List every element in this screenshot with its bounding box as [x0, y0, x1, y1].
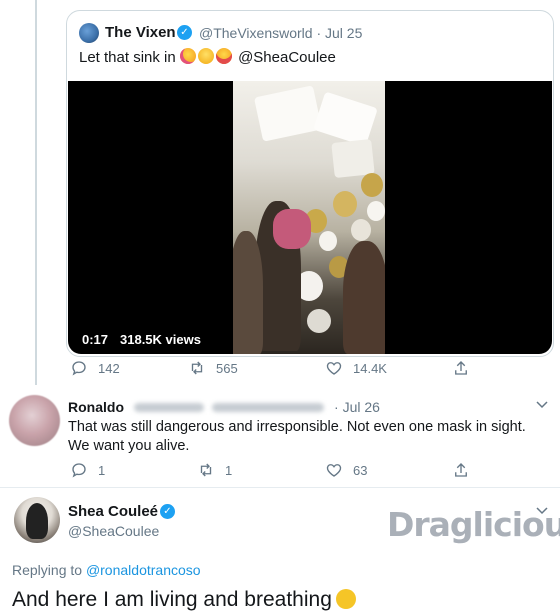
replying-to-link[interactable]: @ronaldotrancoso — [86, 562, 201, 578]
video-duration: 0:17 — [82, 332, 109, 347]
reply-tweet-text: That was still dangerous and irresponsib… — [68, 419, 526, 454]
thread-connector-line — [35, 0, 37, 385]
shea-coulee-avatar[interactable] — [14, 497, 60, 543]
quoted-author-avatar[interactable] — [79, 23, 99, 43]
share-action[interactable] — [452, 359, 470, 377]
quoted-tweet-text: Let that sink in @SheaCoulee — [79, 48, 336, 66]
main-author-name[interactable]: Shea Couleé — [68, 503, 158, 520]
paper-decoration — [313, 91, 378, 147]
heart-eyes-emoji-icon — [215, 48, 232, 64]
reply-author-name[interactable]: Ronaldo — [68, 399, 124, 415]
retweet-count: 1 — [225, 462, 233, 478]
retweet-icon — [191, 361, 203, 375]
video-frame-image — [233, 81, 385, 354]
white-balloon — [367, 201, 385, 221]
sunglasses-face-emoji-icon — [197, 48, 214, 64]
quoted-handle-text[interactable]: @TheVixensworld — [199, 25, 313, 41]
dot-separator: · — [316, 25, 322, 41]
person-silhouette — [343, 241, 385, 354]
quoted-author-name[interactable]: The Vixen — [105, 24, 176, 41]
main-tweet-text: And here I am living and breathing — [12, 588, 356, 612]
paper-decoration — [331, 139, 375, 178]
main-author-handle[interactable]: @SheaCoulee — [68, 523, 159, 539]
like-action[interactable]: 14.4K — [325, 359, 387, 377]
replying-to-line: Replying to @ronaldotrancoso — [12, 562, 201, 578]
verified-badge-icon: ✓ — [177, 25, 192, 40]
video-player[interactable]: 0:17 318.5K views — [68, 81, 552, 354]
reply-action[interactable]: 1 — [70, 461, 105, 479]
reply-action[interactable]: 142 — [70, 359, 120, 377]
replying-prefix: Replying to — [12, 562, 83, 578]
tweet-divider — [0, 487, 560, 488]
retweet-action[interactable]: 1 — [197, 461, 232, 479]
heart-icon — [326, 464, 342, 477]
retweet-action[interactable]: 565 — [188, 359, 238, 377]
chevron-down-icon[interactable] — [536, 400, 548, 410]
person-silhouette — [233, 231, 263, 354]
quoted-text-prefix: Let that sink in — [79, 49, 176, 66]
paper-decoration — [253, 85, 323, 142]
like-action[interactable]: 63 — [325, 461, 367, 479]
quoted-tweet-date[interactable]: Jul 25 — [325, 25, 362, 41]
avatar-figure — [26, 503, 48, 539]
quoted-tweet-card[interactable]: The Vixen ✓ @TheVixensworld · Jul 25 Let… — [66, 10, 554, 357]
blurred-name-redaction — [134, 403, 204, 412]
quoted-author-handle[interactable]: @TheVixensworld · Jul 25 — [199, 25, 362, 41]
reply-icon — [72, 463, 86, 478]
reply-date[interactable]: · Jul 26 — [334, 399, 380, 415]
white-balloon — [307, 309, 331, 333]
retweet-icon — [200, 463, 212, 477]
share-icon — [455, 463, 467, 477]
draglicious-watermark: Draglicious — [387, 505, 560, 544]
share-action[interactable] — [452, 461, 470, 479]
like-count: 63 — [353, 462, 368, 478]
verified-badge-icon: ✓ — [160, 504, 175, 519]
quoted-mention-link[interactable]: @SheaCoulee — [238, 49, 336, 66]
share-icon — [455, 361, 467, 375]
reply-count: 142 — [98, 360, 120, 376]
heart-icon — [326, 362, 342, 375]
gold-balloon — [361, 173, 383, 197]
like-count: 14.4K — [353, 360, 387, 376]
white-balloon — [319, 231, 337, 251]
retweet-count: 565 — [216, 360, 238, 376]
reply-icon — [72, 361, 86, 376]
blurred-handle-redaction — [212, 403, 324, 412]
face-emoji-icon — [335, 589, 356, 609]
video-view-count: 318.5K views — [120, 332, 201, 347]
party-face-emoji-icon — [179, 48, 196, 64]
white-balloon — [351, 219, 371, 241]
gold-balloon — [333, 191, 357, 217]
ronaldo-avatar[interactable] — [9, 395, 60, 446]
reply-count: 1 — [98, 462, 106, 478]
costume-detail — [273, 209, 311, 249]
reply-date-text[interactable]: Jul 26 — [343, 399, 380, 415]
dot-separator: · — [334, 399, 339, 415]
